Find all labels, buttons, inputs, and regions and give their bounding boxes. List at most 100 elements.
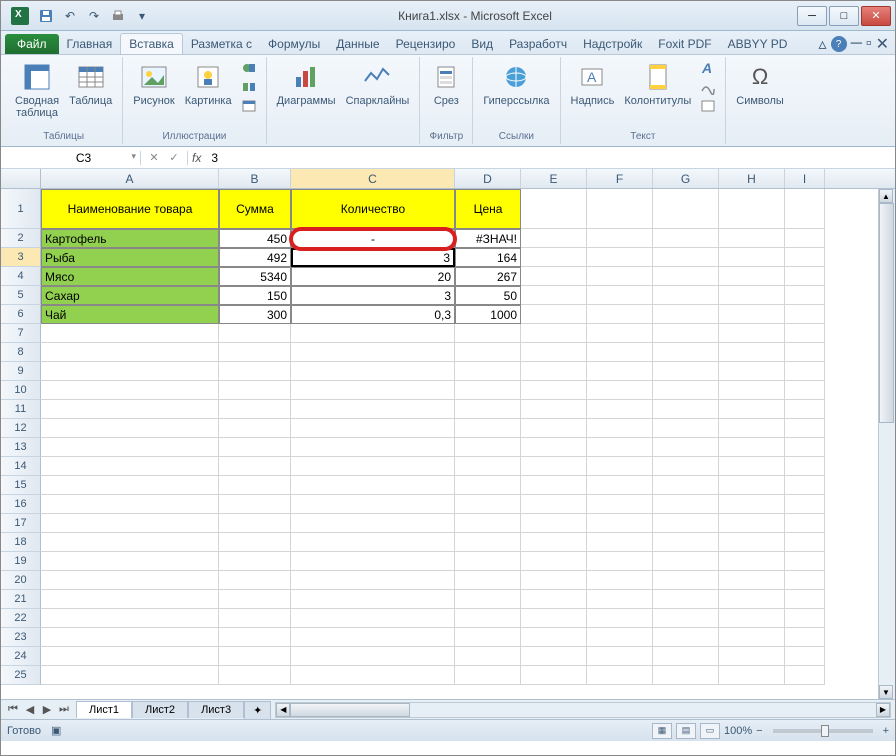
smartart-button[interactable] xyxy=(238,78,260,96)
formula-input[interactable] xyxy=(205,151,895,165)
accept-formula-icon[interactable]: ✓ xyxy=(165,149,183,167)
vscroll-thumb[interactable] xyxy=(879,203,894,423)
shapes-button[interactable] xyxy=(238,59,260,77)
sheet-nav-last-icon[interactable]: ⏭ xyxy=(56,702,72,718)
tab-addins[interactable]: Надстройк xyxy=(575,34,650,54)
row-23[interactable]: 23 xyxy=(1,628,41,647)
cell-A6[interactable]: Чай xyxy=(41,305,219,324)
col-B[interactable]: B xyxy=(219,169,291,188)
ribbon-minimize-icon[interactable]: ▵ xyxy=(819,34,827,54)
zoom-thumb[interactable] xyxy=(821,725,829,737)
save-icon[interactable] xyxy=(35,5,57,27)
help-icon[interactable]: ? xyxy=(831,36,847,52)
close-button[interactable]: ✕ xyxy=(861,6,891,26)
row-18[interactable]: 18 xyxy=(1,533,41,552)
signature-button[interactable] xyxy=(697,78,719,96)
cell-I2[interactable] xyxy=(785,229,825,248)
cell-B2[interactable]: 450 xyxy=(219,229,291,248)
cell-C4[interactable]: 20 xyxy=(291,267,455,286)
row-9[interactable]: 9 xyxy=(1,362,41,381)
tab-abbyy[interactable]: ABBYY PD xyxy=(720,34,796,54)
col-H[interactable]: H xyxy=(719,169,785,188)
cell-D3[interactable]: 164 xyxy=(455,248,521,267)
hscroll-right-icon[interactable]: ▶ xyxy=(876,703,890,717)
vscroll-down-icon[interactable]: ▼ xyxy=(879,685,893,699)
symbols-button[interactable]: Ω Символы xyxy=(732,59,788,140)
tab-pagelayout[interactable]: Разметка с xyxy=(183,34,260,54)
cell-G4[interactable] xyxy=(653,267,719,286)
cell-A3[interactable]: Рыба xyxy=(41,248,219,267)
name-box[interactable]: C3 xyxy=(41,151,141,165)
cell-F6[interactable] xyxy=(587,305,653,324)
row-2[interactable]: 2 xyxy=(1,229,41,248)
select-all-corner[interactable] xyxy=(1,169,41,188)
hyperlink-button[interactable]: Гиперссылка xyxy=(479,59,553,129)
qat-more-icon[interactable]: ▾ xyxy=(131,5,153,27)
hscroll-thumb[interactable] xyxy=(290,703,410,717)
row-20[interactable]: 20 xyxy=(1,571,41,590)
cell-I6[interactable] xyxy=(785,305,825,324)
row-6[interactable]: 6 xyxy=(1,305,41,324)
row-1[interactable]: 1 xyxy=(1,189,41,229)
row-24[interactable]: 24 xyxy=(1,647,41,666)
cell-E4[interactable] xyxy=(521,267,587,286)
sheet-tab-active[interactable]: Лист1 xyxy=(76,701,132,718)
cell-F2[interactable] xyxy=(587,229,653,248)
row-4[interactable]: 4 xyxy=(1,267,41,286)
sheet-nav-next-icon[interactable]: ▶ xyxy=(39,702,55,718)
row-19[interactable]: 19 xyxy=(1,552,41,571)
cell-B6[interactable]: 300 xyxy=(219,305,291,324)
cell-G1[interactable] xyxy=(653,189,719,229)
col-F[interactable]: F xyxy=(587,169,653,188)
cell-E3[interactable] xyxy=(521,248,587,267)
cell-C6[interactable]: 0,3 xyxy=(291,305,455,324)
zoom-slider[interactable] xyxy=(773,729,873,733)
tab-view[interactable]: Вид xyxy=(463,34,501,54)
cell-G6[interactable] xyxy=(653,305,719,324)
cell-A5[interactable]: Сахар xyxy=(41,286,219,305)
row-5[interactable]: 5 xyxy=(1,286,41,305)
vertical-scrollbar[interactable]: ▲ ▼ xyxy=(878,189,895,699)
cell-F3[interactable] xyxy=(587,248,653,267)
row-14[interactable]: 14 xyxy=(1,457,41,476)
row-21[interactable]: 21 xyxy=(1,590,41,609)
sheet-tab[interactable]: Лист3 xyxy=(188,701,244,718)
cell-B1[interactable]: Сумма xyxy=(219,189,291,229)
cell-C1[interactable]: Количество xyxy=(291,189,455,229)
cell-G5[interactable] xyxy=(653,286,719,305)
col-A[interactable]: A xyxy=(41,169,219,188)
cell-E5[interactable] xyxy=(521,286,587,305)
cell-I3[interactable] xyxy=(785,248,825,267)
undo-icon[interactable]: ↶ xyxy=(59,5,81,27)
minimize-button[interactable]: ─ xyxy=(797,6,827,26)
textbox-button[interactable]: A Надпись xyxy=(567,59,619,129)
redo-icon[interactable]: ↷ xyxy=(83,5,105,27)
doc-restore-icon[interactable]: ▫ xyxy=(866,35,872,53)
doc-minimize-icon[interactable]: ─ xyxy=(851,35,862,53)
sheet-nav-prev-icon[interactable]: ◀ xyxy=(22,702,38,718)
headerfooter-button[interactable]: Колонтитулы xyxy=(620,59,695,129)
object-button[interactable] xyxy=(697,97,719,115)
horizontal-scrollbar[interactable]: ◀ ▶ xyxy=(275,702,891,718)
new-sheet-button[interactable]: ✦ xyxy=(244,701,271,719)
tab-foxit[interactable]: Foxit PDF xyxy=(650,34,719,54)
print-icon[interactable] xyxy=(107,5,129,27)
col-I[interactable]: I xyxy=(785,169,825,188)
cell-D1[interactable]: Цена xyxy=(455,189,521,229)
cell-C2[interactable]: - xyxy=(291,229,455,248)
row-22[interactable]: 22 xyxy=(1,609,41,628)
cell-H1[interactable] xyxy=(719,189,785,229)
col-C[interactable]: C xyxy=(291,169,455,188)
cell-E6[interactable] xyxy=(521,305,587,324)
sheet-tab[interactable]: Лист2 xyxy=(132,701,188,718)
cell-I1[interactable] xyxy=(785,189,825,229)
cell-A1[interactable]: Наименование товара xyxy=(41,189,219,229)
doc-close-icon[interactable]: ✕ xyxy=(876,34,889,54)
sheet-nav-first-icon[interactable]: ⏮ xyxy=(5,702,21,718)
cell-H3[interactable] xyxy=(719,248,785,267)
row-10[interactable]: 10 xyxy=(1,381,41,400)
clipart-button[interactable]: Картинка xyxy=(181,59,236,129)
view-pagebreak-button[interactable]: ▭ xyxy=(700,723,720,739)
sparklines-button[interactable]: Спарклайны xyxy=(342,59,414,140)
view-normal-button[interactable]: ▦ xyxy=(652,723,672,739)
